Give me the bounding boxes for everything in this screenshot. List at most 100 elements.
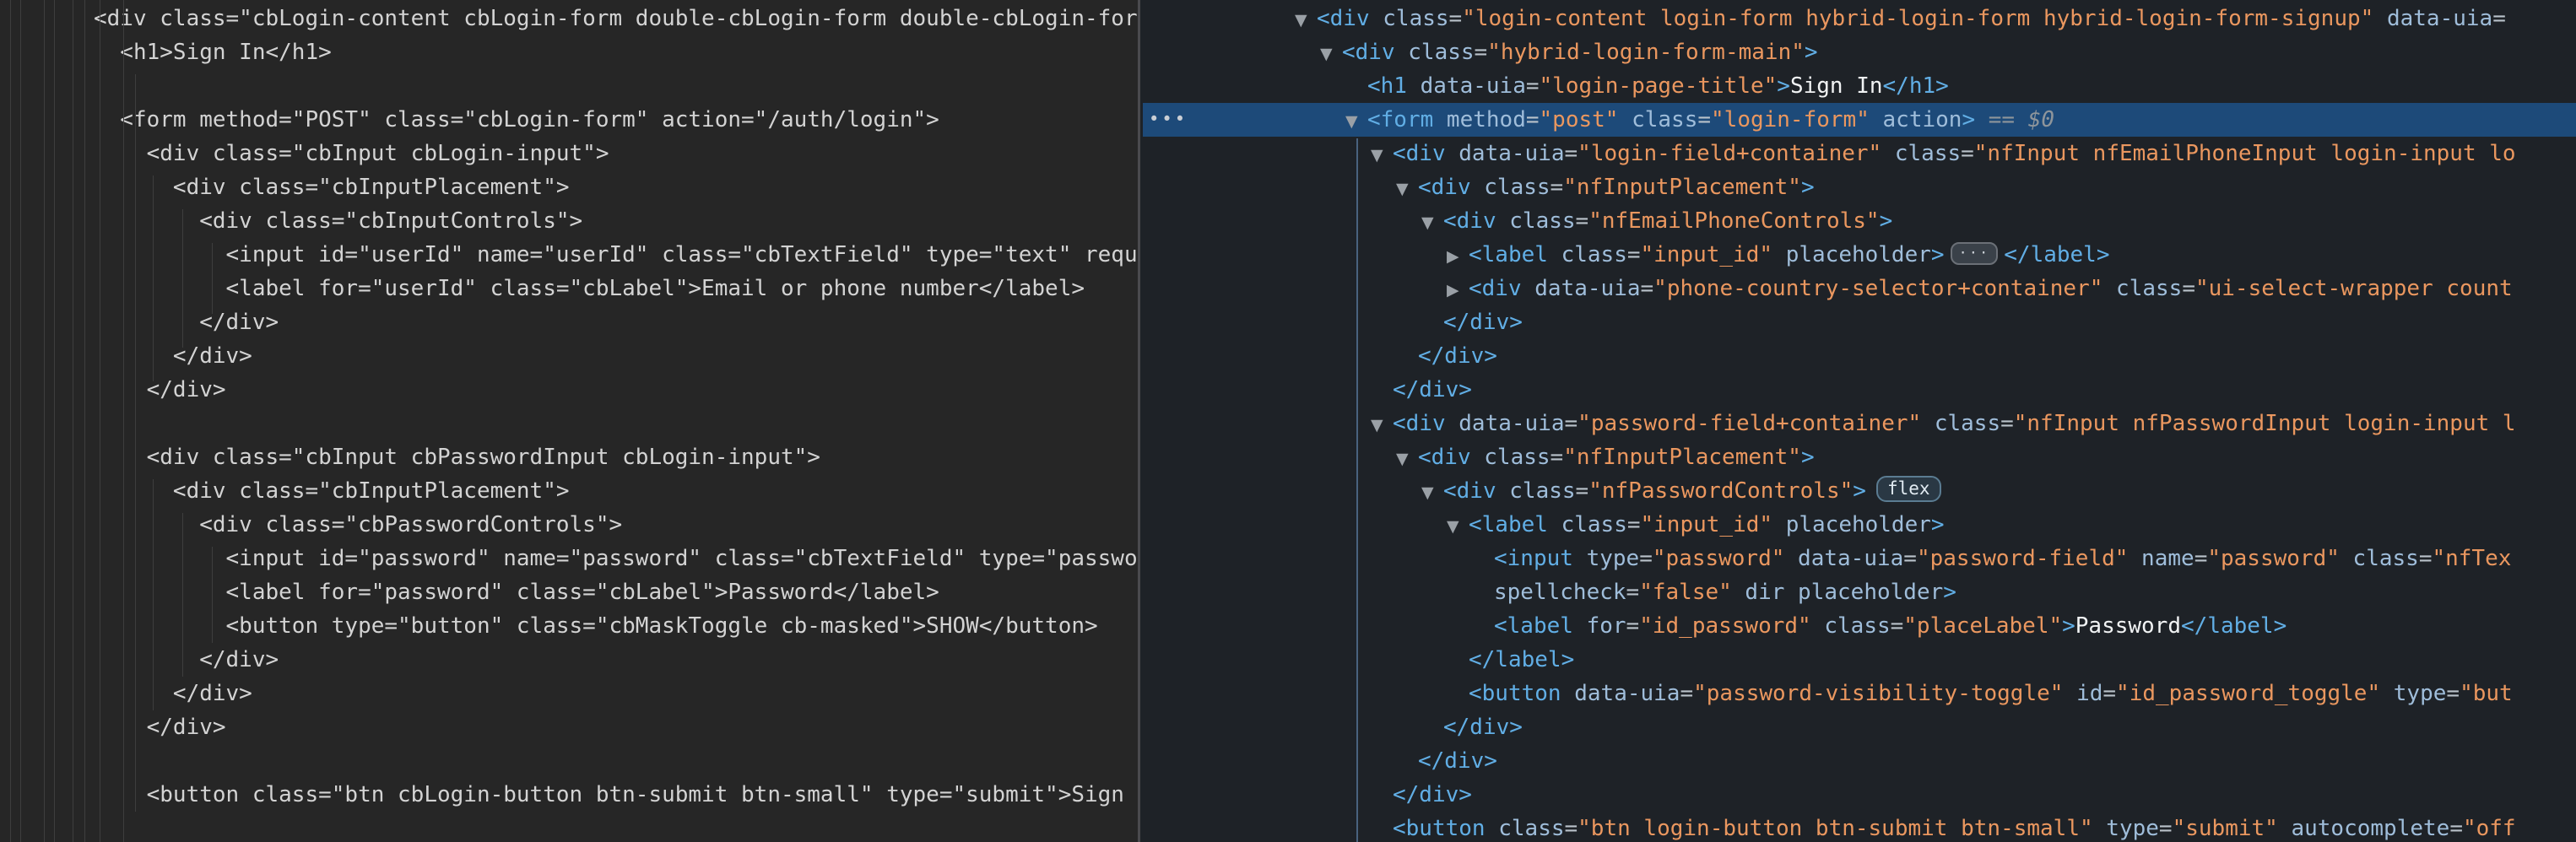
syntax-token-attr: type: [1573, 546, 1639, 571]
syntax-token-tag: <div: [1342, 40, 1395, 65]
dom-tree-row[interactable]: ▼<div data-uia="login-field+container" c…: [1143, 137, 2576, 170]
dom-tree-row[interactable]: spellcheck="false" dir placeholder>: [1143, 575, 2576, 609]
syntax-token-attr: placeholder: [1772, 512, 1931, 537]
indent-spacer: [1143, 531, 1447, 532]
syntax-token-attr: method: [1433, 107, 1526, 132]
code-line: <div class="cbInputControls">: [0, 204, 1138, 238]
show-more-icon[interactable]: •••: [1149, 103, 1188, 137]
syntax-token-val: "but: [2460, 681, 2513, 706]
dom-tree-row[interactable]: ▼<label class="input_id" placeholder>: [1143, 508, 2576, 542]
code-line: </div>: [0, 677, 1138, 710]
dom-tree-row[interactable]: ▼<form method="post" class="login-form" …: [1143, 103, 2576, 137]
dom-tree-row[interactable]: <button data-uia="password-visibility-to…: [1143, 677, 2576, 710]
dom-tree-row[interactable]: ▶<div data-uia="phone-country-selector+c…: [1143, 272, 2576, 305]
dom-tree-row[interactable]: </label>: [1143, 643, 2576, 677]
collapse-arrow-icon[interactable]: ▼: [1447, 510, 1469, 543]
syntax-token-val: "login-content login-form hybrid-login-f…: [1462, 6, 2373, 31]
syntax-token-eq: =: [2159, 816, 2173, 841]
syntax-token-eq: =: [1526, 107, 1540, 132]
dom-tree-row[interactable]: ▼<div class="login-content login-form hy…: [1143, 2, 2576, 35]
dom-tree-row[interactable]: ▼<div class="nfInputPlacement">: [1143, 440, 2576, 474]
syntax-token-attr: class: [1548, 512, 1627, 537]
code-line: <button class="btn cbLogin-button btn-su…: [0, 778, 1138, 812]
code-line: [0, 407, 1138, 440]
dom-tree-row[interactable]: </div>: [1143, 339, 2576, 373]
dom-tree-row[interactable]: </div>: [1143, 710, 2576, 744]
expand-arrow-icon[interactable]: ▶: [1447, 273, 1469, 307]
syntax-token-val: "input_id": [1641, 242, 1773, 267]
syntax-token-tag: <form: [1367, 107, 1433, 132]
indent-guide: [54, 0, 55, 842]
code-line: <input id="password" name="password" cla…: [0, 542, 1138, 575]
indent-guide: [123, 0, 124, 842]
collapse-arrow-icon[interactable]: ▼: [1295, 3, 1317, 37]
syntax-token-eq: =: [1680, 681, 1693, 706]
syntax-token-eq: =: [1626, 613, 1640, 639]
code-line: [0, 69, 1138, 103]
syntax-token-attr: data-uia: [1522, 276, 1641, 301]
syntax-token-val: "password-visibility-toggle": [1693, 681, 2063, 706]
collapse-arrow-icon[interactable]: ▼: [1396, 442, 1418, 476]
dom-tree-row[interactable]: ▶<label class="input_id" placeholder>···…: [1143, 238, 2576, 272]
indent-spacer: [1143, 497, 1421, 498]
dom-tree-row[interactable]: </div>: [1143, 744, 2576, 778]
dom-tree-row[interactable]: </div>: [1143, 305, 2576, 339]
syntax-token-attr: class: [2340, 546, 2419, 571]
code-line: </div>: [0, 643, 1138, 677]
indent-spacer: [1143, 362, 1418, 363]
expand-arrow-icon[interactable]: ▶: [1447, 240, 1469, 273]
syntax-token-tag: <label: [1469, 242, 1548, 267]
collapse-arrow-icon[interactable]: ▼: [1421, 206, 1443, 240]
syntax-token-attr: placeholder: [1784, 580, 1943, 605]
indent-guide: [182, 209, 183, 348]
syntax-token-meta-i: $0: [2028, 107, 2054, 132]
syntax-token-val: "nfInputPlacement": [1563, 175, 1801, 200]
dom-tree-row[interactable]: <input type="password" data-uia="passwor…: [1143, 542, 2576, 575]
syntax-token-tag: >: [1801, 175, 1815, 200]
syntax-token-eq: =: [2492, 6, 2506, 31]
syntax-token-attr: for: [1573, 613, 1626, 639]
syntax-token-attr: class: [1496, 478, 1576, 504]
source-code-pane[interactable]: <div class="cbLogin-content cbLogin-form…: [0, 0, 1140, 842]
syntax-token-tag: >: [1805, 40, 1818, 65]
indent-guide: [135, 74, 136, 812]
syntax-token-eq: =: [2446, 681, 2460, 706]
syntax-token-tag: </div>: [1443, 310, 1523, 335]
syntax-token-eq: =: [2000, 411, 2014, 436]
dom-tree-row[interactable]: </div>: [1143, 778, 2576, 812]
dom-tree-row[interactable]: ▼<div class="nfEmailPhoneControls">: [1143, 204, 2576, 238]
dom-tree-row[interactable]: </div>: [1143, 373, 2576, 407]
syntax-token-tag: <div: [1443, 478, 1496, 504]
dom-tree-row[interactable]: <h1 data-uia="login-page-title">Sign In<…: [1143, 69, 2576, 103]
syntax-token-attr: data-uia: [2373, 6, 2492, 31]
collapse-arrow-icon[interactable]: ▼: [1421, 476, 1443, 510]
syntax-token-val: "btn login-button btn-submit btn-small": [1578, 816, 2092, 841]
syntax-token-eq: =: [1626, 580, 1640, 605]
collapse-arrow-icon[interactable]: ▼: [1371, 138, 1393, 172]
syntax-token-attr: autocomplete: [2278, 816, 2450, 841]
syntax-token-tag: <input: [1494, 546, 1573, 571]
dom-tree-row[interactable]: ▼<div class="nfInputPlacement">: [1143, 170, 2576, 204]
indent-guide: [20, 0, 21, 842]
code-line: <div class="cbInput cbLogin-input">: [0, 137, 1138, 170]
syntax-token-eq: =: [1961, 141, 1974, 166]
dom-tree-row[interactable]: ▼<div class="hybrid-login-form-main">: [1143, 35, 2576, 69]
syntax-token-tag: </div>: [1393, 377, 1472, 402]
dom-tree-row[interactable]: <label for="id_password" class="placeLab…: [1143, 609, 2576, 643]
collapse-arrow-icon[interactable]: ▼: [1345, 105, 1367, 138]
indent-guide: [212, 547, 213, 643]
collapse-arrow-icon[interactable]: ▼: [1396, 172, 1418, 206]
indent-spacer: [1143, 463, 1396, 464]
flex-badge[interactable]: flex: [1876, 476, 1941, 502]
dom-tree-row[interactable]: ▼<div class="nfPasswordControls">flex: [1143, 474, 2576, 508]
collapse-arrow-icon[interactable]: ▼: [1371, 408, 1393, 442]
indent-spacer: [1143, 24, 1295, 25]
syntax-token-val: "nfInputPlacement": [1563, 445, 1801, 470]
syntax-token-attr: type: [2093, 816, 2159, 841]
dom-inspector-pane[interactable]: ▼<div class="login-content login-form hy…: [1143, 0, 2576, 842]
collapsed-content-icon[interactable]: ···: [1951, 242, 1999, 265]
dom-tree-row[interactable]: ▼<div data-uia="password-field+container…: [1143, 407, 2576, 440]
syntax-token-tag: >: [1777, 73, 1790, 99]
dom-tree-row[interactable]: <button class="btn login-button btn-subm…: [1143, 812, 2576, 842]
collapse-arrow-icon[interactable]: ▼: [1320, 37, 1342, 71]
